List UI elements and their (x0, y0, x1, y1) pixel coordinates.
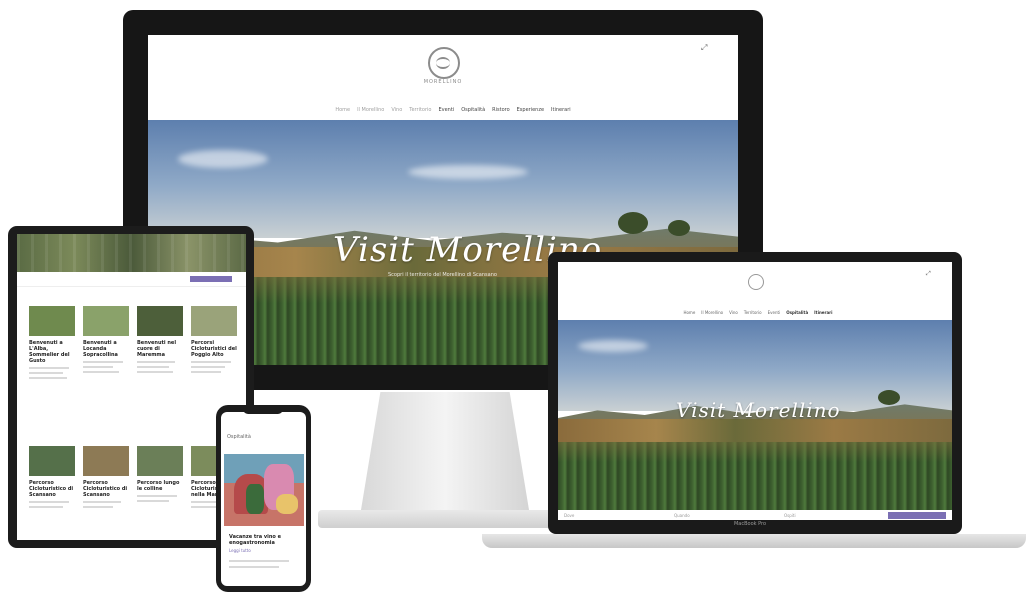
card-thumbnail (137, 446, 183, 476)
nav-item[interactable]: Il Morellino (701, 310, 723, 315)
nav-item[interactable]: Ospitalità (461, 107, 485, 113)
read-more-link[interactable]: Leggi tutto (229, 548, 251, 553)
tablet-banner-image (17, 234, 246, 272)
list-item[interactable]: Percorso Cicloturistico di Scansano (83, 446, 129, 508)
search-field[interactable]: Ospiti (778, 513, 888, 518)
monitor-stand (360, 392, 530, 516)
card-thumbnail (137, 306, 183, 336)
nav-item[interactable]: Vino (729, 310, 738, 315)
laptop-screen: ⤢ Home Il Morellino Vino Territorio Even… (558, 262, 952, 520)
card-thumbnail (29, 306, 75, 336)
nav-item[interactable]: Eventi (768, 310, 781, 315)
card-thumbnail (83, 446, 129, 476)
post-image[interactable] (224, 454, 304, 526)
laptop-base (482, 534, 1026, 548)
card-thumbnail (83, 306, 129, 336)
list-item[interactable]: Benvenuti a L'Alba, Sommelier del Gusto (29, 306, 75, 379)
card-thumbnail (191, 306, 237, 336)
site-header: MORELLINO ⤢ Home Il Morellino Vino Terri… (148, 35, 738, 120)
hero-image: Visit Morellino (558, 320, 952, 510)
tablet-filter-bar (17, 272, 246, 287)
nav-item[interactable]: Territorio (744, 310, 762, 315)
filter-button[interactable] (190, 276, 232, 282)
card-thumbnail (29, 446, 75, 476)
brand-name: MORELLINO (423, 79, 463, 85)
nav-item[interactable]: Territorio (409, 107, 431, 113)
card-title: Benvenuti a Locanda Sopracollina (83, 340, 118, 358)
card-title: Percorso Cicloturistico di Scansano (83, 480, 128, 498)
phone-screen: Ospitalità Vacanze tra vino e enogastron… (221, 412, 306, 586)
card-title: Percorso Cicloturistico di Scansano (29, 480, 74, 498)
list-item[interactable]: Percorsi Cicloturistici del Poggio Alto (191, 306, 237, 373)
nav-item[interactable]: Home (335, 107, 350, 113)
search-button[interactable] (888, 511, 946, 519)
nav-item[interactable]: Ristoro (492, 107, 510, 113)
hero-title: Visit Morellino (676, 398, 841, 422)
device-label: MacBook Pro (733, 521, 767, 527)
list-item[interactable]: Benvenuti nel cuore di Maremma (137, 306, 183, 373)
monitor-base (318, 510, 568, 528)
search-field[interactable]: Dove (558, 513, 668, 518)
card-title: Benvenuti nel cuore di Maremma (137, 340, 177, 358)
phone-notch (243, 408, 283, 414)
hero-subtitle: Scopri il territorio del Morellino di Sc… (388, 272, 497, 278)
main-nav: Home Il Morellino Vino Territorio Eventi… (648, 310, 868, 315)
language-icon[interactable]: ⤢ (926, 270, 931, 278)
site-header: ⤢ Home Il Morellino Vino Territorio Even… (558, 262, 952, 320)
nav-item[interactable]: Vino (391, 107, 402, 113)
logo-icon[interactable] (428, 47, 460, 79)
nav-item[interactable]: Esperienze (517, 107, 544, 113)
nav-item[interactable]: Ospitalità (786, 310, 808, 315)
list-item[interactable]: Benvenuti a Locanda Sopracollina (83, 306, 129, 373)
post-title[interactable]: Vacanze tra vino e enogastronomia (229, 534, 299, 546)
booking-search-bar: Dove Quando Ospiti (558, 510, 952, 520)
nav-item[interactable]: Il Morellino (357, 107, 384, 113)
search-field[interactable]: Quando (668, 513, 778, 518)
language-icon[interactable]: ⤢ (701, 43, 713, 52)
card-title: Percorsi Cicloturistici del Poggio Alto (191, 340, 237, 358)
nav-item[interactable]: Eventi (438, 107, 454, 113)
logo-icon[interactable] (748, 274, 764, 290)
card-title: Percorso lungo le colline (137, 480, 180, 492)
nav-item[interactable]: Home (683, 310, 695, 315)
nav-item[interactable]: Itinerari (551, 107, 571, 113)
tablet-screen: Benvenuti a L'Alba, Sommelier del Gusto … (17, 234, 246, 540)
section-heading: Ospitalità (227, 434, 251, 440)
list-item[interactable]: Percorso Cicloturistico di Scansano (29, 446, 75, 508)
main-nav: Home Il Morellino Vino Territorio Eventi… (288, 107, 618, 113)
card-title: Benvenuti a L'Alba, Sommelier del Gusto (29, 340, 70, 364)
list-item[interactable]: Percorso lungo le colline (137, 446, 183, 502)
nav-item[interactable]: Itinerari (814, 310, 832, 315)
